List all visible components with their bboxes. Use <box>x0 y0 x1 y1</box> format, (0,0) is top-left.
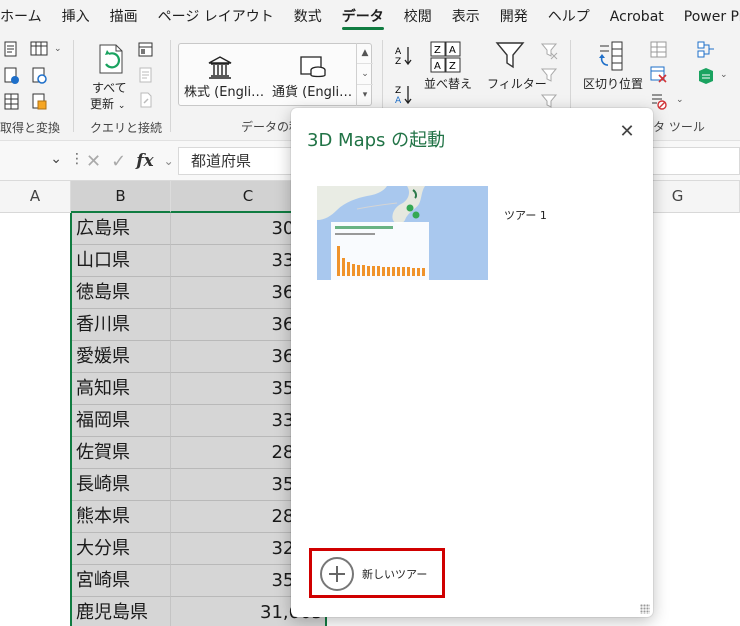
column-header-a[interactable]: A <box>0 181 71 213</box>
properties-icon[interactable] <box>138 67 154 83</box>
cancel-icon[interactable]: ✕ <box>86 151 101 172</box>
sort-button-label[interactable]: 並べ替え <box>424 75 472 92</box>
svg-text:Z: Z <box>434 45 441 56</box>
cell-prefecture[interactable]: 香川県 <box>71 309 171 341</box>
sort-asc-icon[interactable]: AZ <box>395 45 413 67</box>
clear-filter-icon[interactable] <box>541 42 559 60</box>
close-icon[interactable]: ✕ <box>615 120 639 144</box>
cell-prefecture[interactable]: 大分県 <box>71 533 171 565</box>
plus-icon <box>320 557 354 591</box>
tab-1[interactable]: 挿入 <box>52 0 100 34</box>
cell-prefecture[interactable]: 愛媛県 <box>71 341 171 373</box>
cell-prefecture[interactable]: 宮崎県 <box>71 565 171 597</box>
queries-label: クエリと接続 <box>90 121 163 135</box>
reapply-filter-icon[interactable] <box>541 67 559 85</box>
cell-prefecture[interactable]: 福岡県 <box>71 405 171 437</box>
tour-name[interactable]: ツアー 1 <box>504 207 547 223</box>
tab-6[interactable]: 校閲 <box>394 0 442 34</box>
text-to-columns-label[interactable]: 区切り位置 <box>583 75 643 92</box>
gallery-down-icon[interactable]: ⌄ <box>357 64 373 85</box>
refresh-all-label[interactable]: すべて <box>92 79 127 96</box>
cell-prefecture[interactable]: 佐賀県 <box>71 437 171 469</box>
chevron-down-icon[interactable]: ⌄ <box>54 44 62 54</box>
svg-text:A: A <box>395 96 402 106</box>
currency-button[interactable]: 通貨 (Engli… <box>272 81 352 100</box>
tab-9[interactable]: ヘルプ <box>538 0 600 34</box>
tab-0[interactable]: ホーム <box>0 0 52 34</box>
tab-3[interactable]: ページ レイアウト <box>148 0 284 34</box>
tab-8[interactable]: 開発 <box>490 0 538 34</box>
tab-5[interactable]: データ <box>332 0 394 34</box>
gallery-more-icon[interactable]: ▾ <box>357 85 373 106</box>
cell-prefecture[interactable]: 山口県 <box>71 245 171 277</box>
tour-thumbnail-map <box>317 186 488 280</box>
data-tools-label: タ ツール <box>653 120 705 134</box>
remove-duplicates-icon[interactable] <box>650 66 668 84</box>
svg-text:Z: Z <box>449 61 456 72</box>
sort-desc-icon[interactable]: ZA <box>395 84 413 106</box>
column-header-b[interactable]: B <box>71 181 171 213</box>
cell-prefecture[interactable]: 熊本県 <box>71 501 171 533</box>
cell-prefecture[interactable]: 高知県 <box>71 373 171 405</box>
stocks-icon[interactable] <box>206 54 234 80</box>
from-web-icon[interactable] <box>4 67 20 85</box>
filter-icon[interactable] <box>495 40 525 70</box>
queries-group: すべて 更新 ⌄ クエリと接続 <box>74 34 166 141</box>
cell-prefecture[interactable]: 長崎県 <box>71 469 171 501</box>
from-range-icon[interactable] <box>4 93 20 111</box>
tab-11[interactable]: Power Pivot <box>674 0 740 34</box>
chevron-down-icon[interactable]: ⌄ <box>50 151 62 167</box>
refresh-all-icon[interactable] <box>94 42 128 76</box>
tour-thumbnail[interactable] <box>317 186 488 280</box>
svg-text:A: A <box>395 47 402 57</box>
chevron-down-icon[interactable]: ⌄ <box>676 95 684 105</box>
from-table-icon[interactable] <box>30 41 50 57</box>
svg-text:Z: Z <box>395 86 401 96</box>
refresh-label: 更新 <box>90 97 115 111</box>
existing-connections-icon[interactable] <box>32 93 48 111</box>
cell-prefecture[interactable]: 鹿児島県 <box>71 597 171 626</box>
text-to-columns-icon[interactable] <box>597 40 631 74</box>
name-box[interactable]: ⌄ <box>0 147 66 175</box>
formula-buttons: ✕ ✓ fx ⌄ <box>86 147 174 175</box>
enter-icon[interactable]: ✓ <box>111 151 126 172</box>
refresh-all-label2[interactable]: 更新 ⌄ <box>90 95 125 112</box>
new-tour-label: 新しいツアー <box>362 568 428 581</box>
new-tour-button[interactable]: 新しいツアー <box>309 548 445 598</box>
3d-maps-dialog: 3D Maps の起動 ✕ ツアー 1 新しいツアー <box>291 108 653 617</box>
chevron-down-icon: ⌄ <box>117 101 126 111</box>
more-options-icon[interactable]: ⋮ <box>70 151 84 167</box>
filter-button-label[interactable]: フィルター <box>487 75 547 92</box>
text-csv-icon[interactable] <box>4 41 20 59</box>
tab-10[interactable]: Acrobat <box>600 0 674 34</box>
stocks-button[interactable]: 株式 (Engli… <box>184 81 264 100</box>
tab-2[interactable]: 描画 <box>100 0 148 34</box>
chevron-down-icon[interactable]: ⌄ <box>720 70 728 80</box>
cell-prefecture[interactable]: 広島県 <box>71 213 171 245</box>
dialog-title: 3D Maps の起動 <box>307 130 446 151</box>
queries-connections-icon[interactable] <box>138 42 154 58</box>
cell-prefecture[interactable]: 徳島県 <box>71 277 171 309</box>
resize-grip-icon[interactable] <box>640 604 650 614</box>
insert-function-icon[interactable]: fx <box>136 151 153 171</box>
currency-icon[interactable] <box>298 54 328 80</box>
get-transform-group: ⌄ 取得と変換 <box>0 34 72 141</box>
edit-links-icon[interactable] <box>138 92 154 108</box>
svg-text:A: A <box>434 61 441 72</box>
data-model-icon[interactable] <box>697 67 715 85</box>
get-transform-label: 取得と変換 <box>0 121 61 135</box>
svg-text:A: A <box>449 45 456 56</box>
tab-4[interactable]: 数式 <box>284 0 332 34</box>
chevron-down-icon[interactable]: ⌄ <box>164 154 174 168</box>
recent-sources-icon[interactable] <box>32 67 48 85</box>
consolidate-icon[interactable] <box>697 41 715 59</box>
gallery-up-icon[interactable]: ▲ <box>357 43 373 64</box>
ribbon-tabs: ホーム 挿入 描画 ページ レイアウト 数式 データ 校閲 表示 開発 ヘルプ Acrobat Pow… <box>0 0 740 34</box>
gallery-scroll[interactable]: ▲ ⌄ ▾ <box>356 43 373 106</box>
sort-icon[interactable]: Z AA Z <box>430 41 462 75</box>
data-validation-icon[interactable] <box>650 92 668 110</box>
svg-text:Z: Z <box>395 57 401 67</box>
tab-7[interactable]: 表示 <box>442 0 490 34</box>
flash-fill-icon[interactable] <box>650 41 668 59</box>
